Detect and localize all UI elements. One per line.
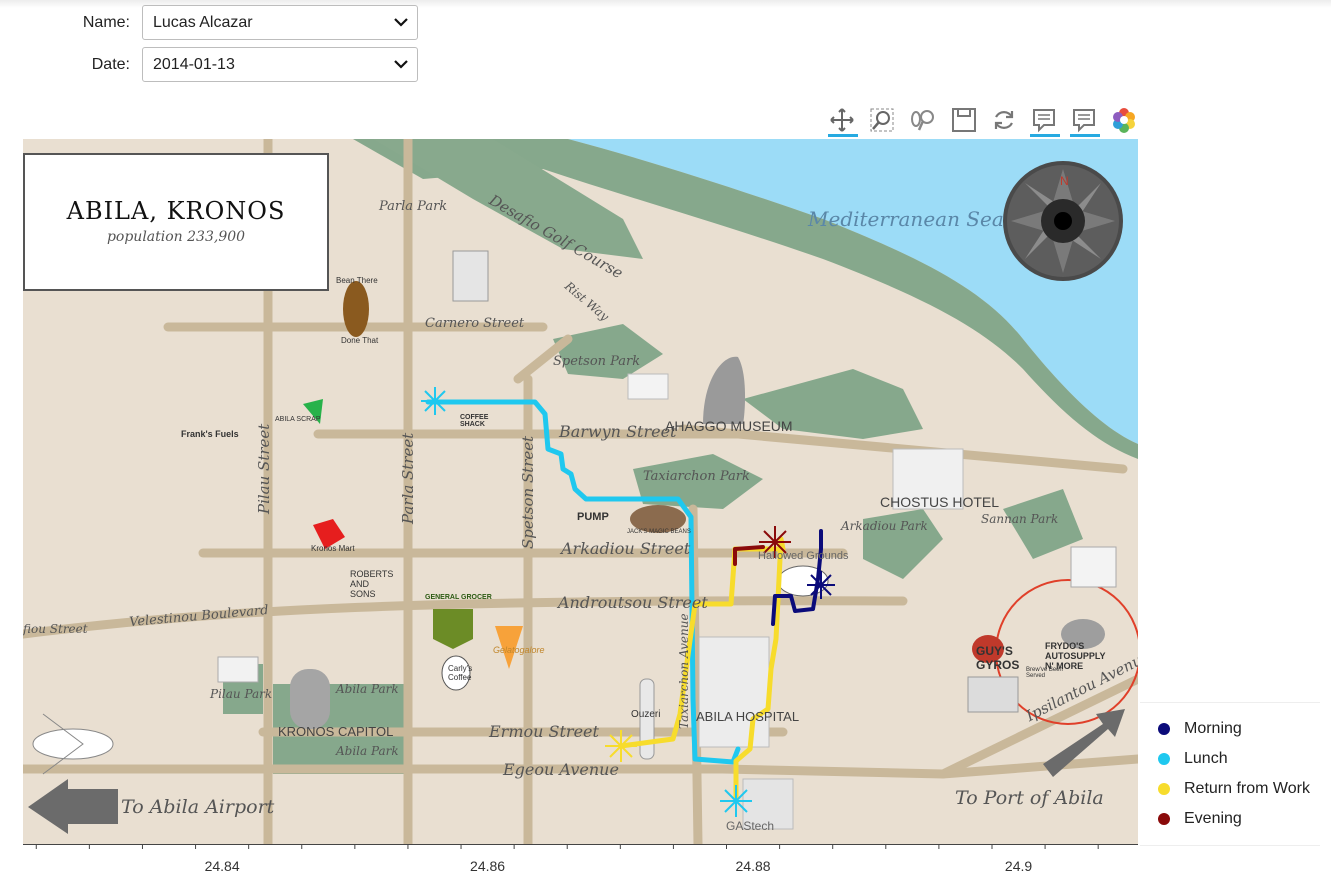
date-select-value: 2014-01-13 xyxy=(153,56,235,73)
label-parla-park: Parla Park xyxy=(379,199,448,214)
x-tick-label: 24.9 xyxy=(1004,858,1033,874)
label-egeou-avenue: Egeou Avenue xyxy=(503,760,619,779)
x-axis-ticks xyxy=(23,844,1138,849)
x-axis: 24.84 24.86 24.88 24.9 xyxy=(23,844,1138,875)
save-tool-button[interactable] xyxy=(950,106,980,134)
label-barwyn-street: Barwyn Street xyxy=(559,422,677,441)
map-title-plaque: ABILA, KRONOS population 233,900 xyxy=(23,153,329,291)
label-taxiarchon-avenue: Taxiarchon Avenue xyxy=(677,613,691,729)
date-select[interactable]: 2014-01-13 xyxy=(142,47,418,82)
name-select-value: Lucas Alcazar xyxy=(153,14,253,31)
label-spetson-park: Spetson Park xyxy=(553,354,641,369)
save-icon xyxy=(952,108,976,132)
label-museum: AHAGGO MUSEUM xyxy=(665,418,793,434)
poi-kronos-mart: Kronos Mart xyxy=(311,544,355,553)
reset-tool-button[interactable] xyxy=(990,106,1020,134)
box-zoom-icon xyxy=(870,108,894,132)
label-spetson-street: Spetson Street xyxy=(519,435,537,549)
pan-icon xyxy=(830,108,854,132)
legend-swatch xyxy=(1158,813,1170,825)
name-select[interactable]: Lucas Alcazar xyxy=(142,5,418,40)
chevron-down-icon xyxy=(394,18,408,27)
label-chostus-hotel: CHOSTUS HOTEL xyxy=(880,494,1000,510)
label-sea: Mediterranean Sea xyxy=(808,207,1004,231)
poi-done-that: Done That xyxy=(341,336,379,345)
label-ermou-street: Ermou Street xyxy=(489,722,599,741)
legend-label: Morning xyxy=(1184,720,1242,737)
legend-label: Lunch xyxy=(1184,750,1228,767)
pan-tool-button[interactable] xyxy=(828,106,858,137)
hover-tooltip-icon xyxy=(1033,109,1055,133)
bokeh-logo-button[interactable] xyxy=(1110,106,1140,134)
date-label: Date: xyxy=(91,56,130,73)
poi-roberts-and-sons: ROBERTS AND SONS xyxy=(350,569,394,599)
label-to-port-of-abila: To Port of Abila xyxy=(955,787,1104,809)
hover-tool-button-2[interactable] xyxy=(1070,106,1100,137)
name-label: Name: xyxy=(82,14,130,31)
map-title: ABILA, KRONOS xyxy=(66,197,286,225)
svg-text:N: N xyxy=(1060,174,1069,188)
wheel-zoom-tool-button[interactable] xyxy=(908,106,938,134)
plot-toolbar xyxy=(822,100,1142,140)
legend-item-evening[interactable]: Evening xyxy=(1158,808,1242,830)
legend-swatch xyxy=(1158,783,1170,795)
label-to-abila-airport: To Abila Airport xyxy=(121,796,275,818)
label-taxiarchon-park: Taxiarchon Park xyxy=(643,469,750,484)
label-arkadiou-street: Arkadiou Street xyxy=(561,539,691,558)
poi-general-grocer: GENERAL GROCER xyxy=(425,594,492,601)
legend-swatch xyxy=(1158,723,1170,735)
poi-bean-there: Bean There xyxy=(336,276,378,285)
poi-coffee-shack: COFFEE SHACK xyxy=(460,414,489,428)
legend-item-return-from-work[interactable]: Return from Work xyxy=(1158,778,1310,800)
label-arkadiou-park: Arkadiou Park xyxy=(841,519,928,533)
poi-franks-fuels: Frank's Fuels xyxy=(181,429,239,439)
poi-hallowed-grounds: Hallowed Grounds xyxy=(758,550,849,562)
legend-label: Return from Work xyxy=(1184,780,1310,797)
map-plot[interactable]: N ABILA, KRONOS population 233,900 Medit… xyxy=(23,139,1138,844)
reset-icon xyxy=(994,111,1014,129)
poi-ouzeri: Ouzeri xyxy=(631,709,661,720)
chart-legend: Morning Lunch Return from Work Evening xyxy=(1140,702,1320,846)
poi-gastech: GAStech xyxy=(726,819,775,833)
label-abila-park-2: Abila Park xyxy=(336,744,399,758)
label-carnero-street: Carnero Street xyxy=(425,316,525,331)
legend-swatch xyxy=(1158,753,1170,765)
label-kronos-capitol: KRONOS CAPITOL xyxy=(278,724,394,739)
label-parla-street: Parla Street xyxy=(399,432,417,524)
hover-tool-button-1[interactable] xyxy=(1030,106,1060,137)
poi-brew-served: Brew've Been Served xyxy=(1026,667,1063,679)
poi-guys-gyros: GUY'S GYROS xyxy=(976,644,1020,672)
poi-abila-scrap: ABILA SCRAP xyxy=(275,416,321,423)
poi-pump: PUMP xyxy=(577,511,609,523)
label-pilau-park: Pilau Park xyxy=(210,687,273,701)
label-fiou-street: fiou Street xyxy=(23,622,88,636)
x-tick-label: 24.88 xyxy=(735,858,771,874)
label-sannan-park: Sannan Park xyxy=(981,512,1059,526)
x-tick-label: 24.84 xyxy=(204,858,240,874)
chevron-down-icon xyxy=(394,60,408,69)
poi-gelatogalore: Gelatogalore xyxy=(493,645,545,655)
box-zoom-tool-button[interactable] xyxy=(868,106,898,134)
label-abila-hospital: ABILA HOSPITAL xyxy=(696,709,800,724)
wheel-zoom-icon xyxy=(911,110,934,131)
legend-item-morning[interactable]: Morning xyxy=(1158,718,1242,740)
poi-jacks-magic-beans: JACK'S MAGIC BEANS xyxy=(627,529,691,535)
x-tick-label: 24.86 xyxy=(470,858,506,874)
bokeh-logo-icon xyxy=(1113,108,1135,133)
label-abila-park-1: Abila Park xyxy=(336,682,399,696)
label-androutsou-street: Androutsou Street xyxy=(558,593,708,612)
legend-label: Evening xyxy=(1184,810,1242,827)
map-subtitle: population 233,900 xyxy=(106,229,246,245)
legend-item-lunch[interactable]: Lunch xyxy=(1158,748,1228,770)
compass-rose: N xyxy=(1003,161,1123,281)
label-pilau-street: Pilau Street xyxy=(255,423,273,514)
poi-carlys-coffee: Carly's Coffee xyxy=(448,664,473,682)
hover-tooltip-icon xyxy=(1073,109,1095,133)
